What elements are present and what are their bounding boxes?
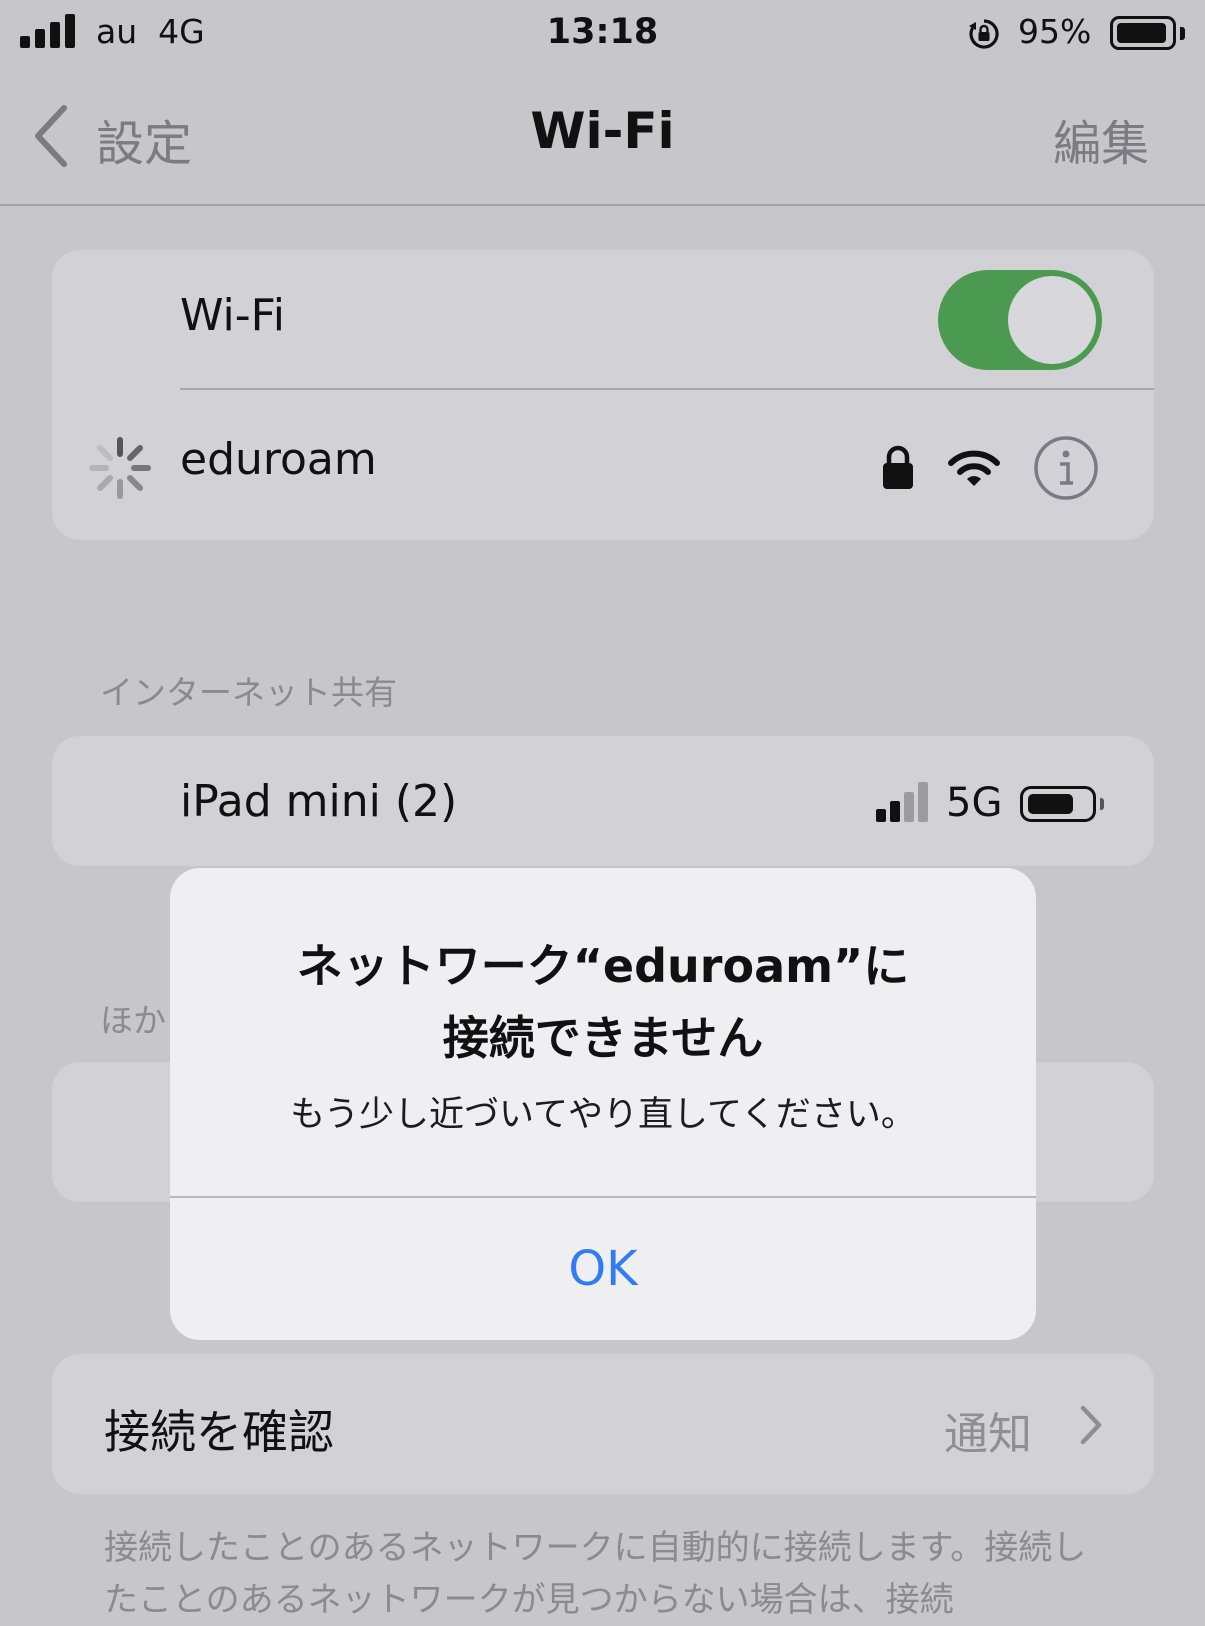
row-separator: [180, 388, 1154, 390]
hotspot-battery-fill: [1028, 794, 1073, 814]
alert-message: もう少し近づいてやり直してください。: [290, 1095, 916, 1135]
edit-button[interactable]: 編集: [1053, 104, 1149, 174]
network-name[interactable]: eduroam: [180, 434, 377, 485]
battery-icon: [1110, 16, 1176, 50]
battery-cap: [1180, 27, 1185, 40]
section-header-other: ほか: [100, 1001, 166, 1040]
ask-to-join-value: 通知: [944, 1409, 1032, 1460]
battery-percent: 95%: [1018, 12, 1092, 51]
wifi-signal-icon: [948, 450, 1000, 486]
ok-button[interactable]: OK: [170, 1198, 1036, 1340]
info-icon[interactable]: [1032, 434, 1100, 502]
hotspot-device-name: iPad mini (2): [180, 776, 458, 827]
hotspot-battery-icon: [1020, 786, 1096, 822]
alert-title-line1: ネットワーク“eduroam”に: [296, 939, 910, 993]
alert-title: ネットワーク“eduroam”に 接続できません: [210, 930, 996, 1074]
signal-bar: [890, 801, 900, 822]
signal-bar: [918, 782, 928, 822]
battery-level-fill: [1117, 23, 1166, 43]
hotspot-network-type: 5G: [946, 780, 1003, 826]
ask-to-join-label: 接続を確認: [104, 1405, 334, 1459]
alert-title-line2: 接続できません: [442, 1011, 764, 1065]
signal-bar: [876, 809, 886, 822]
ask-to-join-footer: 接続したことのあるネットワークに自動的に接続します。接続したことのあるネットワー…: [104, 1528, 1087, 1620]
hotspot-battery-cap: [1100, 798, 1104, 810]
chevron-right-icon: [1080, 1405, 1102, 1445]
wifi-toggle-label: Wi-Fi: [180, 290, 285, 341]
page-title: Wi-Fi: [530, 102, 675, 160]
hotspot-signal-icon: [876, 782, 932, 822]
toggle-knob: [1008, 276, 1096, 364]
loading-spinner-icon: [89, 437, 151, 499]
alert-dialog: ネットワーク“eduroam”に 接続できません もう少し近づいてやり直してくだ…: [170, 868, 1036, 1340]
lock-icon: [883, 445, 913, 489]
signal-bar: [904, 792, 914, 822]
wifi-toggle[interactable]: [938, 270, 1102, 370]
section-header-hotspot: インターネット共有: [100, 673, 397, 712]
orientation-lock-icon: [969, 19, 999, 49]
